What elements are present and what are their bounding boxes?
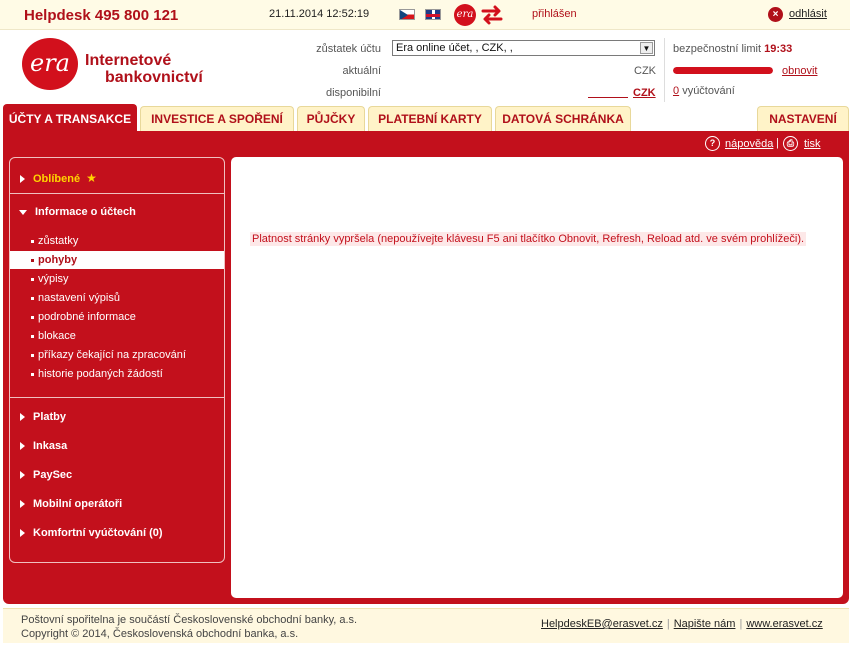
sidebar-item-blocks[interactable]: blokace [10, 327, 224, 345]
refresh-session-link[interactable]: obnovit [782, 65, 817, 77]
session-progress-bar [673, 67, 773, 74]
sidebar-item-label: blokace [38, 330, 76, 342]
print-link[interactable]: tisk [804, 138, 821, 150]
chevron-down-icon[interactable]: ▼ [640, 42, 653, 54]
logo-line-2: bankovnictví [105, 69, 203, 86]
current-balance-label: aktuální [342, 65, 381, 77]
sidebar-item-transactions[interactable]: pohyby [10, 251, 224, 269]
available-balance-line [588, 97, 628, 98]
help-icon[interactable]: ? [705, 136, 720, 151]
cz-flag-icon[interactable] [399, 9, 415, 20]
tab-payment-cards[interactable]: PLATEBNÍ KARTY [368, 106, 492, 132]
sidebar-section-label: PaySec [33, 469, 73, 481]
logo-line-1: Internetové [85, 52, 172, 69]
sidebar-comfort-billing[interactable]: Komfortní vyúčtování (0) [10, 527, 224, 539]
footer-write-us-link[interactable]: Napište nám [674, 618, 736, 630]
tab-accounts-transactions[interactable]: ÚČTY A TRANSAKCE [3, 104, 137, 132]
sidebar-paysec[interactable]: PaySec [10, 469, 224, 481]
logo-title: Internetové bankovnictví [85, 52, 203, 86]
chevron-right-icon [20, 442, 25, 451]
chevron-right-icon [20, 175, 25, 184]
available-balance-label: disponibilní [325, 87, 381, 99]
footer-links: HelpdeskEB@erasvet.cz | Napište nám | www.er… [541, 618, 823, 630]
sidebar-account-info[interactable]: Informace o účtech [10, 206, 224, 218]
available-balance-currency[interactable]: CZK [633, 87, 656, 99]
sidebar: Oblíbené ★ Informace o účtech zůstatky po… [9, 157, 225, 563]
logout-link[interactable]: odhlásit [789, 8, 827, 20]
footer-separator: | [739, 618, 743, 630]
print-icon[interactable]: ⎙ [783, 136, 798, 151]
uk-flag-icon[interactable] [425, 9, 441, 20]
swap-arrows-icon[interactable] [479, 3, 505, 27]
toolbar-separator: | [776, 137, 779, 149]
sidebar-item-label: podrobné informace [38, 311, 136, 323]
sidebar-account-info-label: Informace o účtech [35, 206, 136, 218]
billing-count-link[interactable]: 0 [673, 85, 679, 97]
sidebar-item-label: zůstatky [38, 235, 79, 247]
sidebar-section-label: Platby [33, 411, 67, 423]
account-select[interactable]: Era online účet, , CZK, , ▼ [392, 40, 655, 56]
tab-loans[interactable]: PŮJČKY [297, 106, 365, 132]
sidebar-item-request-history[interactable]: historie podaných žádostí [10, 365, 224, 383]
sidebar-direct-debits[interactable]: Inkasa [10, 440, 224, 452]
sidebar-item-label: historie podaných žádostí [38, 368, 163, 380]
sidebar-divider [10, 193, 224, 194]
sidebar-favorites-label: Oblíbené [33, 173, 81, 185]
balance-label: zůstatek účtu [316, 43, 381, 55]
security-limit-time: 19:33 [764, 43, 793, 55]
sidebar-payments[interactable]: Platby [10, 411, 224, 423]
sidebar-item-pending-orders[interactable]: příkazy čekající na zpracování [10, 346, 224, 364]
session-expired-message: Platnost stránky vypršela (nepoužívejte … [250, 232, 807, 246]
footer-line-1: Poštovní spořitelna je součástí Českoslo… [21, 614, 358, 626]
footer: Poštovní spořitelna je součástí Českoslo… [3, 608, 849, 643]
login-status: přihlášen [532, 8, 577, 20]
top-bar: Helpdesk 495 800 121 21.11.2014 12:52:19… [0, 0, 850, 30]
logout-icon[interactable]: × [768, 7, 783, 22]
help-link[interactable]: nápověda [725, 138, 773, 150]
sidebar-item-label: pohyby [38, 254, 78, 266]
sidebar-item-label: nastavení výpisů [38, 292, 120, 304]
footer-website-link[interactable]: www.erasvet.cz [746, 618, 822, 630]
main-tabs: ÚČTY A TRANSAKCE INVESTICE A SPOŘENÍ PŮJ… [0, 104, 850, 132]
chevron-down-icon [19, 209, 27, 215]
helpdesk-phone: Helpdesk 495 800 121 [24, 7, 179, 24]
footer-email-link[interactable]: HelpdeskEB@erasvet.cz [541, 618, 663, 630]
current-datetime: 21.11.2014 12:52:19 [269, 8, 370, 20]
header-divider [664, 38, 665, 102]
sidebar-section-label: Mobilní operátoři [33, 498, 123, 510]
footer-separator: | [666, 618, 670, 630]
chevron-right-icon [20, 413, 25, 422]
footer-legal: Poštovní spořitelna je součástí Českoslo… [21, 613, 357, 641]
sidebar-item-label: příkazy čekající na zpracování [38, 349, 186, 361]
era-icon[interactable]: era [454, 4, 476, 26]
sidebar-item-statement-settings[interactable]: nastavení výpisů [10, 289, 224, 307]
current-balance-currency: CZK [634, 65, 656, 77]
chevron-right-icon [20, 500, 25, 509]
content-area: Platnost stránky vypršela (nepoužívejte … [231, 157, 843, 598]
sidebar-item-balances[interactable]: zůstatky [10, 232, 224, 250]
tab-data-box[interactable]: DATOVÁ SCHRÁNKA [495, 106, 631, 132]
billing-info: 0 vyúčtování [673, 85, 735, 97]
chevron-right-icon [20, 471, 25, 480]
footer-copyright: Copyright © 2014, Československá obchodn… [21, 628, 299, 640]
sidebar-item-label: výpisy [38, 273, 69, 285]
billing-label: vyúčtování [682, 85, 735, 97]
sidebar-section-label: Inkasa [33, 440, 68, 452]
sidebar-section-label: Komfortní vyúčtování (0) [33, 527, 163, 539]
sidebar-item-details[interactable]: podrobné informace [10, 308, 224, 326]
tab-settings[interactable]: NASTAVENÍ [757, 106, 849, 132]
security-limit-label: bezpečnostní limit [673, 43, 762, 55]
sidebar-favorites[interactable]: Oblíbené ★ [10, 171, 224, 185]
chevron-right-icon [20, 529, 25, 538]
security-limit: bezpečnostní limit 19:33 [673, 43, 792, 55]
session-progress-fill [673, 67, 773, 74]
sidebar-item-statements[interactable]: výpisy [10, 270, 224, 288]
star-icon: ★ [86, 171, 97, 185]
tab-investments-savings[interactable]: INVESTICE A SPOŘENÍ [140, 106, 294, 132]
sidebar-mobile-operators[interactable]: Mobilní operátoři [10, 498, 224, 510]
sidebar-divider [10, 397, 224, 398]
account-select-value: Era online účet, , CZK, , [396, 42, 513, 54]
main-panel: ? nápověda | ⎙ tisk Oblíbené ★ Informace … [3, 131, 849, 604]
era-logo[interactable]: era [22, 38, 78, 90]
